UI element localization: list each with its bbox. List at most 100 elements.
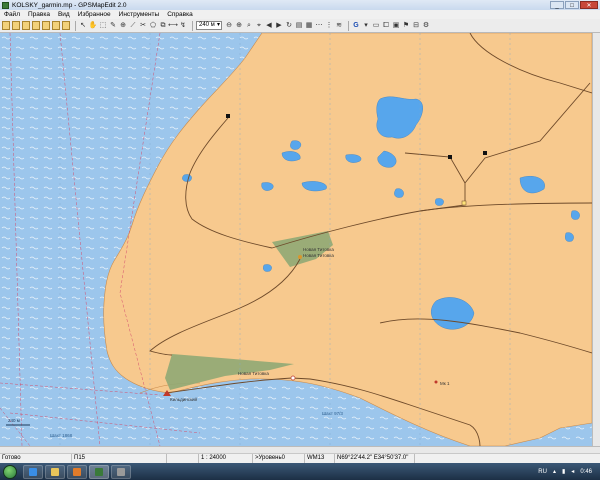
zoom-rect-icon[interactable]: ⌕ xyxy=(245,21,253,30)
taskbar-app-other[interactable] xyxy=(111,464,131,479)
maximize-button[interactable]: □ xyxy=(565,1,579,9)
map-label-place-left: Кильдинский xyxy=(170,396,197,402)
lake xyxy=(261,182,274,191)
copy-icon[interactable]: ⧠ xyxy=(382,21,390,30)
map-drawing: Новая Титовка Новая Титовка Новая Титовк… xyxy=(0,33,592,446)
menu-view[interactable]: Вид xyxy=(54,11,74,18)
status-bar: Готово П15 1 : 24000 >Уровень0 WM13 N69°… xyxy=(0,453,600,463)
status-coords: N69°22'44.2" E34°50'37.0" xyxy=(335,454,415,463)
network-icon[interactable]: ▮ xyxy=(562,468,565,475)
new-file-icon[interactable] xyxy=(2,21,10,30)
poi-marker[interactable] xyxy=(298,255,302,259)
cut-line-icon[interactable]: ✂ xyxy=(139,21,147,30)
poi-marker[interactable] xyxy=(290,375,296,381)
zoom-fit-icon[interactable]: ⌖ xyxy=(255,21,263,30)
app-icon xyxy=(2,1,9,9)
window-controls: _ □ ✕ xyxy=(550,1,598,9)
map-label-spot: Мк 1 xyxy=(440,381,450,386)
taskbar-app-gpsmapedit[interactable] xyxy=(89,464,109,479)
route-icon[interactable]: ↯ xyxy=(179,21,187,30)
title-bar: KOLSKY_garmin.mp - GPSMapEdit 2.0 _ □ ✕ xyxy=(0,0,600,10)
load-icon[interactable] xyxy=(52,21,60,30)
settings-icon[interactable]: ⚙ xyxy=(422,21,430,30)
language-indicator[interactable]: RU xyxy=(538,469,547,475)
toolbar-separator xyxy=(348,20,349,31)
tracks-icon[interactable]: ≋ xyxy=(335,21,343,30)
app-icon xyxy=(117,467,125,476)
open-folder-icon[interactable] xyxy=(12,21,20,30)
edit-node-icon[interactable]: ✎ xyxy=(109,21,117,30)
dropdown-arrow-icon[interactable]: ▾ xyxy=(362,21,370,30)
menu-bar: Файл Правка Вид Избранное Инструменты Сп… xyxy=(0,10,600,19)
waypoints-icon[interactable]: ⋮ xyxy=(325,21,333,30)
status-level: >Уровень0 xyxy=(253,454,305,463)
measure-icon[interactable]: ⟷ xyxy=(168,21,178,30)
hand-tool-icon[interactable]: ✋ xyxy=(89,21,98,30)
menu-edit[interactable]: Правка xyxy=(24,11,54,18)
clock[interactable]: 0:46 xyxy=(580,469,592,475)
select-tool-icon[interactable]: ⬚ xyxy=(99,21,107,30)
status-datum: WM13 xyxy=(305,454,335,463)
google-g-icon[interactable]: G xyxy=(352,21,360,30)
zoom-in-icon[interactable]: ⊕ xyxy=(235,21,243,30)
toolbar-separator xyxy=(75,20,76,31)
poi-marker[interactable] xyxy=(461,200,467,206)
lake xyxy=(394,188,404,198)
export-icon[interactable] xyxy=(42,21,50,30)
grid-icon[interactable]: ▦ xyxy=(305,21,313,30)
import-icon[interactable] xyxy=(32,21,40,30)
zoom-prev-icon[interactable]: ◀ xyxy=(265,21,273,30)
save-icon[interactable] xyxy=(22,21,30,30)
create-point-icon[interactable]: ⊕ xyxy=(119,21,127,30)
trace-icon[interactable]: ⋯ xyxy=(315,21,323,30)
attach-icon[interactable] xyxy=(62,21,70,30)
page-icon[interactable]: ▭ xyxy=(372,21,380,30)
map-canvas[interactable]: Новая Титовка Новая Титовка Новая Титовк… xyxy=(0,33,592,446)
flag-icon[interactable]: ⚑ xyxy=(402,21,410,30)
close-button[interactable]: ✕ xyxy=(580,1,598,9)
poi-marker[interactable] xyxy=(448,155,452,159)
menu-favorites[interactable]: Избранное xyxy=(74,11,115,18)
lake xyxy=(263,264,272,272)
layers-icon[interactable]: ▤ xyxy=(295,21,303,30)
zoom-out-icon[interactable]: ⊖ xyxy=(225,21,233,30)
horizontal-scrollbar[interactable] xyxy=(0,446,600,453)
taskbar-app-media[interactable] xyxy=(67,464,87,479)
window-title: KOLSKY_garmin.mp - GPSMapEdit 2.0 xyxy=(12,1,127,9)
menu-tools[interactable]: Инструменты xyxy=(115,11,164,18)
menu-file[interactable]: Файл xyxy=(0,11,24,18)
map-label-depth-a: Шахт 1868 xyxy=(50,433,73,438)
tray-arrow-icon[interactable]: ▴ xyxy=(553,468,556,475)
browser-icon xyxy=(29,467,37,476)
taskbar-app-explorer[interactable] xyxy=(45,464,65,479)
create-polygon-icon[interactable]: ⬠ xyxy=(149,21,157,30)
status-empty xyxy=(167,454,199,463)
poi-marker[interactable] xyxy=(434,380,438,384)
vertical-scrollbar[interactable] xyxy=(592,33,600,446)
status-spare xyxy=(415,454,600,463)
start-button[interactable] xyxy=(3,464,17,479)
status-ready: Готово xyxy=(0,454,72,463)
refresh-icon[interactable]: ↻ xyxy=(285,21,293,30)
map-scale-label: 240 м xyxy=(8,418,20,423)
map-label-settlement-upper-2: Новая Титовка xyxy=(303,253,334,258)
poi-marker[interactable] xyxy=(483,151,487,155)
volume-icon[interactable]: ◂ xyxy=(571,468,574,475)
folder-icon xyxy=(51,467,59,476)
taskbar: RU ▴ ▮ ◂ 0:46 xyxy=(0,463,600,480)
taskbar-app-ie[interactable] xyxy=(23,464,43,479)
create-line-icon[interactable]: ⟋ xyxy=(129,21,137,30)
media-icon xyxy=(73,467,81,476)
zoom-next-icon[interactable]: ▶ xyxy=(275,21,283,30)
minimize-button[interactable]: _ xyxy=(550,1,564,9)
toolbar-separator xyxy=(192,20,193,31)
properties-icon[interactable]: ▣ xyxy=(392,21,400,30)
map-label-settlement-upper: Новая Титовка xyxy=(303,247,334,252)
menu-help[interactable]: Справка xyxy=(163,11,197,18)
scale-select[interactable]: 240 м xyxy=(196,21,222,30)
ruler-icon[interactable]: ⊟ xyxy=(412,21,420,30)
poi-marker[interactable] xyxy=(226,114,230,118)
pointer-tool-icon[interactable]: ↖ xyxy=(79,21,87,30)
system-tray: RU ▴ ▮ ◂ 0:46 xyxy=(538,468,600,476)
merge-icon[interactable]: ⧉ xyxy=(159,21,167,30)
